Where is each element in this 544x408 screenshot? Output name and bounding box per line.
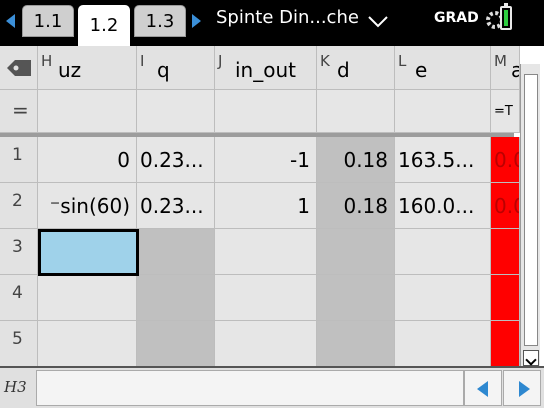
cell-h2[interactable]: ⁻sin(60) [38, 183, 137, 229]
history-previous-button[interactable] [464, 370, 502, 406]
cell-k3[interactable] [317, 229, 395, 275]
cell-j4[interactable] [215, 275, 317, 321]
cell-entry-input[interactable] [36, 370, 464, 406]
cell-m5[interactable] [491, 321, 520, 366]
column-letter: M [494, 52, 507, 70]
tab-page-1-1[interactable]: 1.1 [22, 5, 74, 37]
cell-m4[interactable] [491, 275, 520, 321]
cell-h5[interactable] [38, 321, 137, 366]
column-name: a [511, 58, 519, 82]
column-name: e [415, 58, 428, 82]
next-page-arrow-icon[interactable] [192, 14, 201, 28]
column-header-k[interactable]: K d [317, 46, 395, 90]
cell-i3[interactable] [137, 229, 215, 275]
row-number[interactable]: 4 [0, 275, 38, 321]
column-letter: L [398, 52, 407, 70]
cell-h1[interactable]: 0 [38, 137, 137, 183]
column-name: in_out [235, 58, 296, 82]
entry-line: H3 [0, 366, 544, 408]
cell-m3[interactable] [491, 229, 520, 275]
selected-cell-h3[interactable] [38, 229, 139, 276]
corner-cell[interactable] [0, 46, 38, 90]
row-number[interactable]: 5 [0, 321, 38, 366]
formula-cell-i[interactable] [137, 90, 215, 133]
scrollbar-thumb[interactable] [524, 74, 538, 346]
cell-j5[interactable] [215, 321, 317, 366]
column-letter: J [218, 52, 223, 70]
left-arrow-icon [477, 381, 488, 397]
history-next-button[interactable] [503, 370, 541, 406]
tab-page-1-3[interactable]: 1.3 [134, 5, 186, 37]
cell-k5[interactable] [317, 321, 395, 366]
document-toolbar: 1.1 1.2 1.3 Spinte Din...che GRAD [0, 0, 544, 46]
vertical-scrollbar[interactable] [520, 64, 540, 366]
column-name: q [157, 58, 170, 82]
right-arrow-icon [519, 381, 530, 397]
cell-i4[interactable] [137, 275, 215, 321]
column-letter: K [320, 52, 330, 70]
formula-cell-k[interactable] [317, 90, 395, 133]
formula-cell-h[interactable] [38, 90, 137, 133]
cell-i1[interactable]: 0.23... [137, 137, 215, 183]
column-header-m[interactable]: M a [491, 46, 520, 90]
cell-l2[interactable]: 160.0... [395, 183, 491, 229]
cell-m1[interactable]: 0.0 [491, 137, 520, 183]
column-header-h[interactable]: H uz [38, 46, 137, 90]
tab-page-1-2[interactable]: 1.2 [78, 5, 130, 46]
battery-icon [500, 3, 512, 30]
cell-l1[interactable]: 163.5... [395, 137, 491, 183]
formula-cell-l[interactable] [395, 90, 491, 133]
column-name: uz [58, 58, 82, 82]
formula-cell-m[interactable]: =T [491, 90, 520, 133]
formula-cell-j[interactable] [215, 90, 317, 133]
spreadsheet-grid: H uz I q J in_out K d L e M a = =T 1 0 0… [0, 46, 544, 366]
scroll-down-arrow-icon[interactable] [523, 350, 539, 366]
row-number[interactable]: 1 [0, 137, 38, 183]
cell-reference-label: H3 [4, 378, 27, 396]
cell-l4[interactable] [395, 275, 491, 321]
cell-m2[interactable]: 0.0 [491, 183, 520, 229]
cell-l3[interactable] [395, 229, 491, 275]
column-header-i[interactable]: I q [137, 46, 215, 90]
cell-k4[interactable] [317, 275, 395, 321]
cell-j3[interactable] [215, 229, 317, 275]
column-letter: I [140, 52, 145, 70]
cell-j2[interactable]: 1 [215, 183, 317, 229]
column-header-l[interactable]: L e [395, 46, 491, 90]
cell-l5[interactable] [395, 321, 491, 366]
cell-i5[interactable] [137, 321, 215, 366]
cell-i2[interactable]: 0.23... [137, 183, 215, 229]
row-number[interactable]: 2 [0, 183, 38, 229]
row-number[interactable]: 3 [0, 229, 38, 275]
document-title[interactable]: Spinte Din...che [216, 7, 359, 28]
column-name: d [337, 58, 350, 82]
formula-row-symbol: = [0, 90, 38, 133]
cell-j1[interactable]: -1 [215, 137, 317, 183]
cell-k2[interactable]: 0.18 [317, 183, 395, 229]
cell-h4[interactable] [38, 275, 137, 321]
chevron-down-icon[interactable] [368, 16, 388, 28]
previous-page-arrow-icon[interactable] [6, 14, 15, 28]
angle-mode-indicator: GRAD [434, 10, 479, 26]
column-letter: H [41, 52, 53, 70]
column-header-j[interactable]: J in_out [215, 46, 317, 90]
tag-icon [7, 60, 31, 76]
cell-k1[interactable]: 0.18 [317, 137, 395, 183]
